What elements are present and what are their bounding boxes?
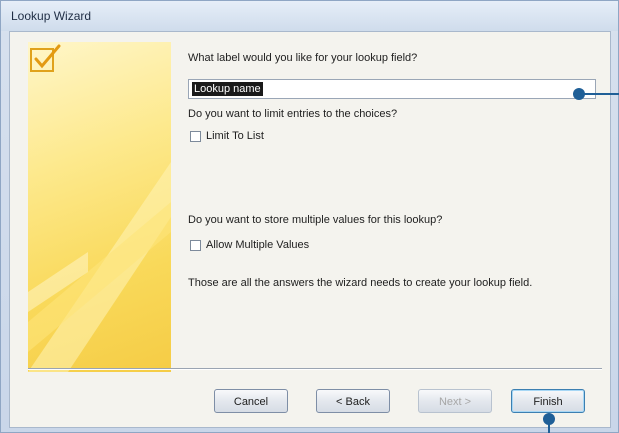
- decorative-stripes: [28, 162, 171, 372]
- button-separator: [28, 368, 602, 370]
- window-title: Lookup Wizard: [11, 9, 92, 23]
- lookup-label-value: Lookup name: [192, 82, 263, 96]
- lookup-label-input[interactable]: Lookup name: [188, 79, 596, 99]
- back-button[interactable]: < Back: [316, 389, 390, 413]
- checkmark-icon: [30, 44, 61, 72]
- callout-line-finish: [548, 424, 550, 433]
- limit-question: Do you want to limit entries to the choi…: [188, 108, 398, 120]
- finish-button[interactable]: Finish: [511, 389, 585, 413]
- limit-to-list-label: Limit To List: [206, 130, 264, 142]
- allow-multiple-values-label: Allow Multiple Values: [206, 239, 310, 251]
- wizard-illustration: [28, 42, 171, 372]
- limit-to-list-checkbox[interactable]: Limit To List: [190, 130, 264, 142]
- cancel-button[interactable]: Cancel: [214, 389, 288, 413]
- limit-to-list-box[interactable]: [190, 130, 201, 142]
- allow-multiple-values-checkbox[interactable]: Allow Multiple Values: [190, 239, 309, 251]
- next-button[interactable]: Next >: [418, 389, 492, 413]
- allow-multiple-values-box[interactable]: [190, 239, 201, 251]
- label-question: What label would you like for your looku…: [188, 52, 418, 64]
- multi-question: Do you want to store multiple values for…: [188, 214, 443, 226]
- wizard-body: What label would you like for your looku…: [9, 31, 611, 428]
- wizard-note: Those are all the answers the wizard nee…: [188, 277, 533, 289]
- title-bar[interactable]: Lookup Wizard: [1, 1, 618, 31]
- lookup-wizard-window: Lookup Wizard What label would you like …: [0, 0, 619, 433]
- callout-line-label: [584, 93, 619, 95]
